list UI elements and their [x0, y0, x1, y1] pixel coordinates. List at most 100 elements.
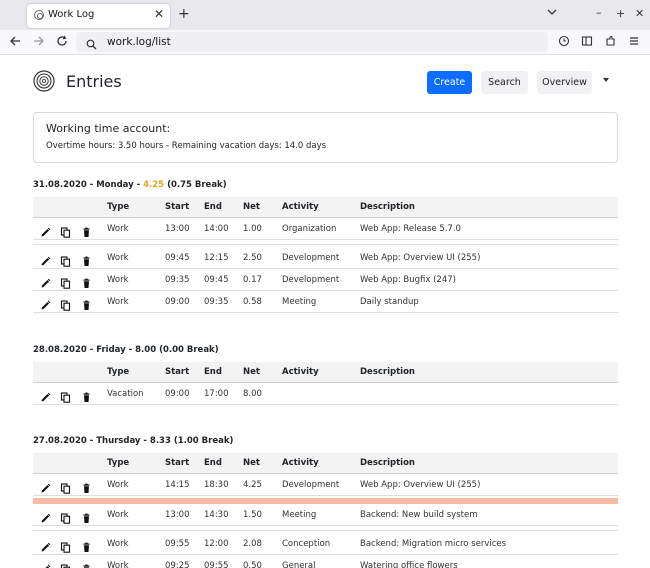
copy-icon[interactable] — [60, 509, 71, 524]
forward-icon[interactable] — [33, 35, 45, 50]
entry-type: Work — [107, 224, 129, 234]
entry-description: Daily standup — [360, 297, 419, 307]
search-icon — [86, 35, 97, 54]
new-tab-icon[interactable]: + — [178, 6, 190, 22]
url-bar[interactable]: work.log/list — [76, 32, 548, 52]
entry-start: 09:25 — [165, 561, 190, 568]
edit-icon[interactable] — [40, 274, 51, 288]
delete-icon[interactable] — [81, 538, 92, 552]
column-header-description: Description — [360, 202, 415, 212]
table-header: Type Start End Net Activity Description — [33, 453, 618, 474]
reader-view-icon[interactable] — [581, 35, 593, 50]
table-row: Work 09:00 09:35 0.58 Meeting Daily standup — [33, 291, 618, 313]
copy-icon[interactable] — [60, 252, 71, 267]
delete-icon[interactable] — [81, 296, 92, 310]
menu-icon[interactable] — [628, 35, 640, 50]
day-hours-highlight: 4.25 — [143, 180, 165, 190]
account-summary: Overtime hours: 3.50 hours - Remaining v… — [46, 141, 327, 151]
entry-end: 17:00 — [204, 389, 229, 399]
entry-activity: Development — [282, 480, 340, 490]
column-header-activity: Activity — [282, 367, 319, 377]
chevron-down-icon[interactable] — [603, 78, 609, 82]
extensions-icon[interactable] — [605, 35, 617, 50]
edit-icon[interactable] — [40, 560, 51, 568]
delete-icon[interactable] — [81, 509, 92, 523]
entry-end: 09:55 — [204, 561, 229, 568]
table-row: Work 13:00 14:30 1.50 Meeting Backend: New bu… — [33, 504, 618, 526]
copy-icon[interactable] — [60, 538, 71, 553]
delete-icon[interactable] — [81, 274, 92, 288]
column-header-end: End — [204, 458, 222, 468]
table-header: Type Start End Net Activity Description — [33, 197, 618, 218]
entry-end: 18:30 — [204, 480, 229, 490]
edit-icon[interactable] — [40, 509, 51, 523]
copy-icon[interactable] — [60, 479, 71, 494]
url-text: work.log/list — [107, 36, 171, 48]
entry-activity: Conception — [282, 539, 331, 549]
entry-type: Work — [107, 275, 129, 285]
column-header-net: Net — [243, 458, 260, 468]
delete-icon[interactable] — [81, 252, 92, 266]
browser-tab[interactable]: Work Log ✕ — [27, 4, 170, 28]
delete-icon[interactable] — [81, 560, 92, 568]
browser-nav-bar: work.log/list — [0, 30, 650, 55]
minimize-icon[interactable]: – — [596, 6, 602, 19]
entry-type: Work — [107, 253, 129, 263]
entry-start: 09:45 — [165, 253, 190, 263]
table-row: Work 09:35 09:45 0.17 Development Web App: Bu… — [33, 269, 618, 291]
entry-net: 0.17 — [243, 275, 262, 285]
entry-net: 2.50 — [243, 253, 262, 263]
reload-icon[interactable] — [56, 35, 68, 50]
table-row: Work 09:55 12:00 2.08 Conception Backend: Mig… — [33, 533, 618, 555]
close-tab-icon[interactable]: ✕ — [154, 7, 164, 21]
copy-icon[interactable] — [60, 223, 71, 238]
entry-net: 0.58 — [243, 297, 262, 307]
day-heading-break: (0.75 Break) — [164, 180, 227, 190]
delete-icon[interactable] — [81, 479, 92, 493]
delete-icon[interactable] — [81, 388, 92, 402]
overview-button[interactable]: Overview — [537, 71, 592, 94]
entry-description: Web App: Release 5.7.0 — [360, 224, 461, 234]
table-row: Work 09:25 09:55 0.50 General Watering office… — [33, 555, 618, 568]
copy-icon[interactable] — [60, 560, 71, 568]
copy-icon[interactable] — [60, 296, 71, 311]
edit-icon[interactable] — [40, 538, 51, 552]
entry-net: 1.50 — [243, 510, 262, 520]
tab-list-chevron-icon[interactable] — [547, 7, 557, 20]
copy-icon[interactable] — [60, 388, 71, 403]
entry-end: 14:30 — [204, 510, 229, 520]
entry-type: Work — [107, 480, 129, 490]
entry-net: 1.00 — [243, 224, 262, 234]
create-button[interactable]: Create — [427, 71, 472, 94]
search-button[interactable]: Search — [481, 71, 528, 94]
table-row: Work 09:45 12:15 2.50 Development Web App: Ov… — [33, 247, 618, 269]
entry-type: Work — [107, 561, 129, 568]
entry-description: Web App: Overview UI (255) — [360, 480, 481, 490]
table-row: Work 14:15 18:30 4.25 Development Web App: Ov… — [33, 474, 618, 496]
back-icon[interactable] — [9, 35, 21, 50]
table-header: Type Start End Net Activity Description — [33, 362, 618, 383]
edit-icon[interactable] — [40, 388, 51, 402]
edit-icon[interactable] — [40, 296, 51, 310]
maximize-icon[interactable]: + — [616, 7, 625, 20]
column-header-description: Description — [360, 367, 415, 377]
entry-net: 4.25 — [243, 480, 262, 490]
close-window-icon[interactable]: ✕ — [635, 7, 644, 20]
history-icon[interactable] — [558, 35, 570, 50]
column-header-type: Type — [107, 458, 130, 468]
column-header-start: Start — [165, 458, 190, 468]
account-title: Working time account: — [46, 122, 171, 135]
delete-icon[interactable] — [81, 223, 92, 237]
column-header-start: Start — [165, 202, 190, 212]
row-separator — [33, 240, 618, 245]
tab-title: Work Log — [48, 9, 95, 20]
edit-icon[interactable] — [40, 479, 51, 493]
entry-end: 09:35 — [204, 297, 229, 307]
edit-icon[interactable] — [40, 223, 51, 237]
entry-activity: Meeting — [282, 297, 317, 307]
edit-icon[interactable] — [40, 252, 51, 266]
copy-icon[interactable] — [60, 274, 71, 289]
column-header-activity: Activity — [282, 458, 319, 468]
entry-activity: Development — [282, 275, 340, 285]
column-header-start: Start — [165, 367, 190, 377]
